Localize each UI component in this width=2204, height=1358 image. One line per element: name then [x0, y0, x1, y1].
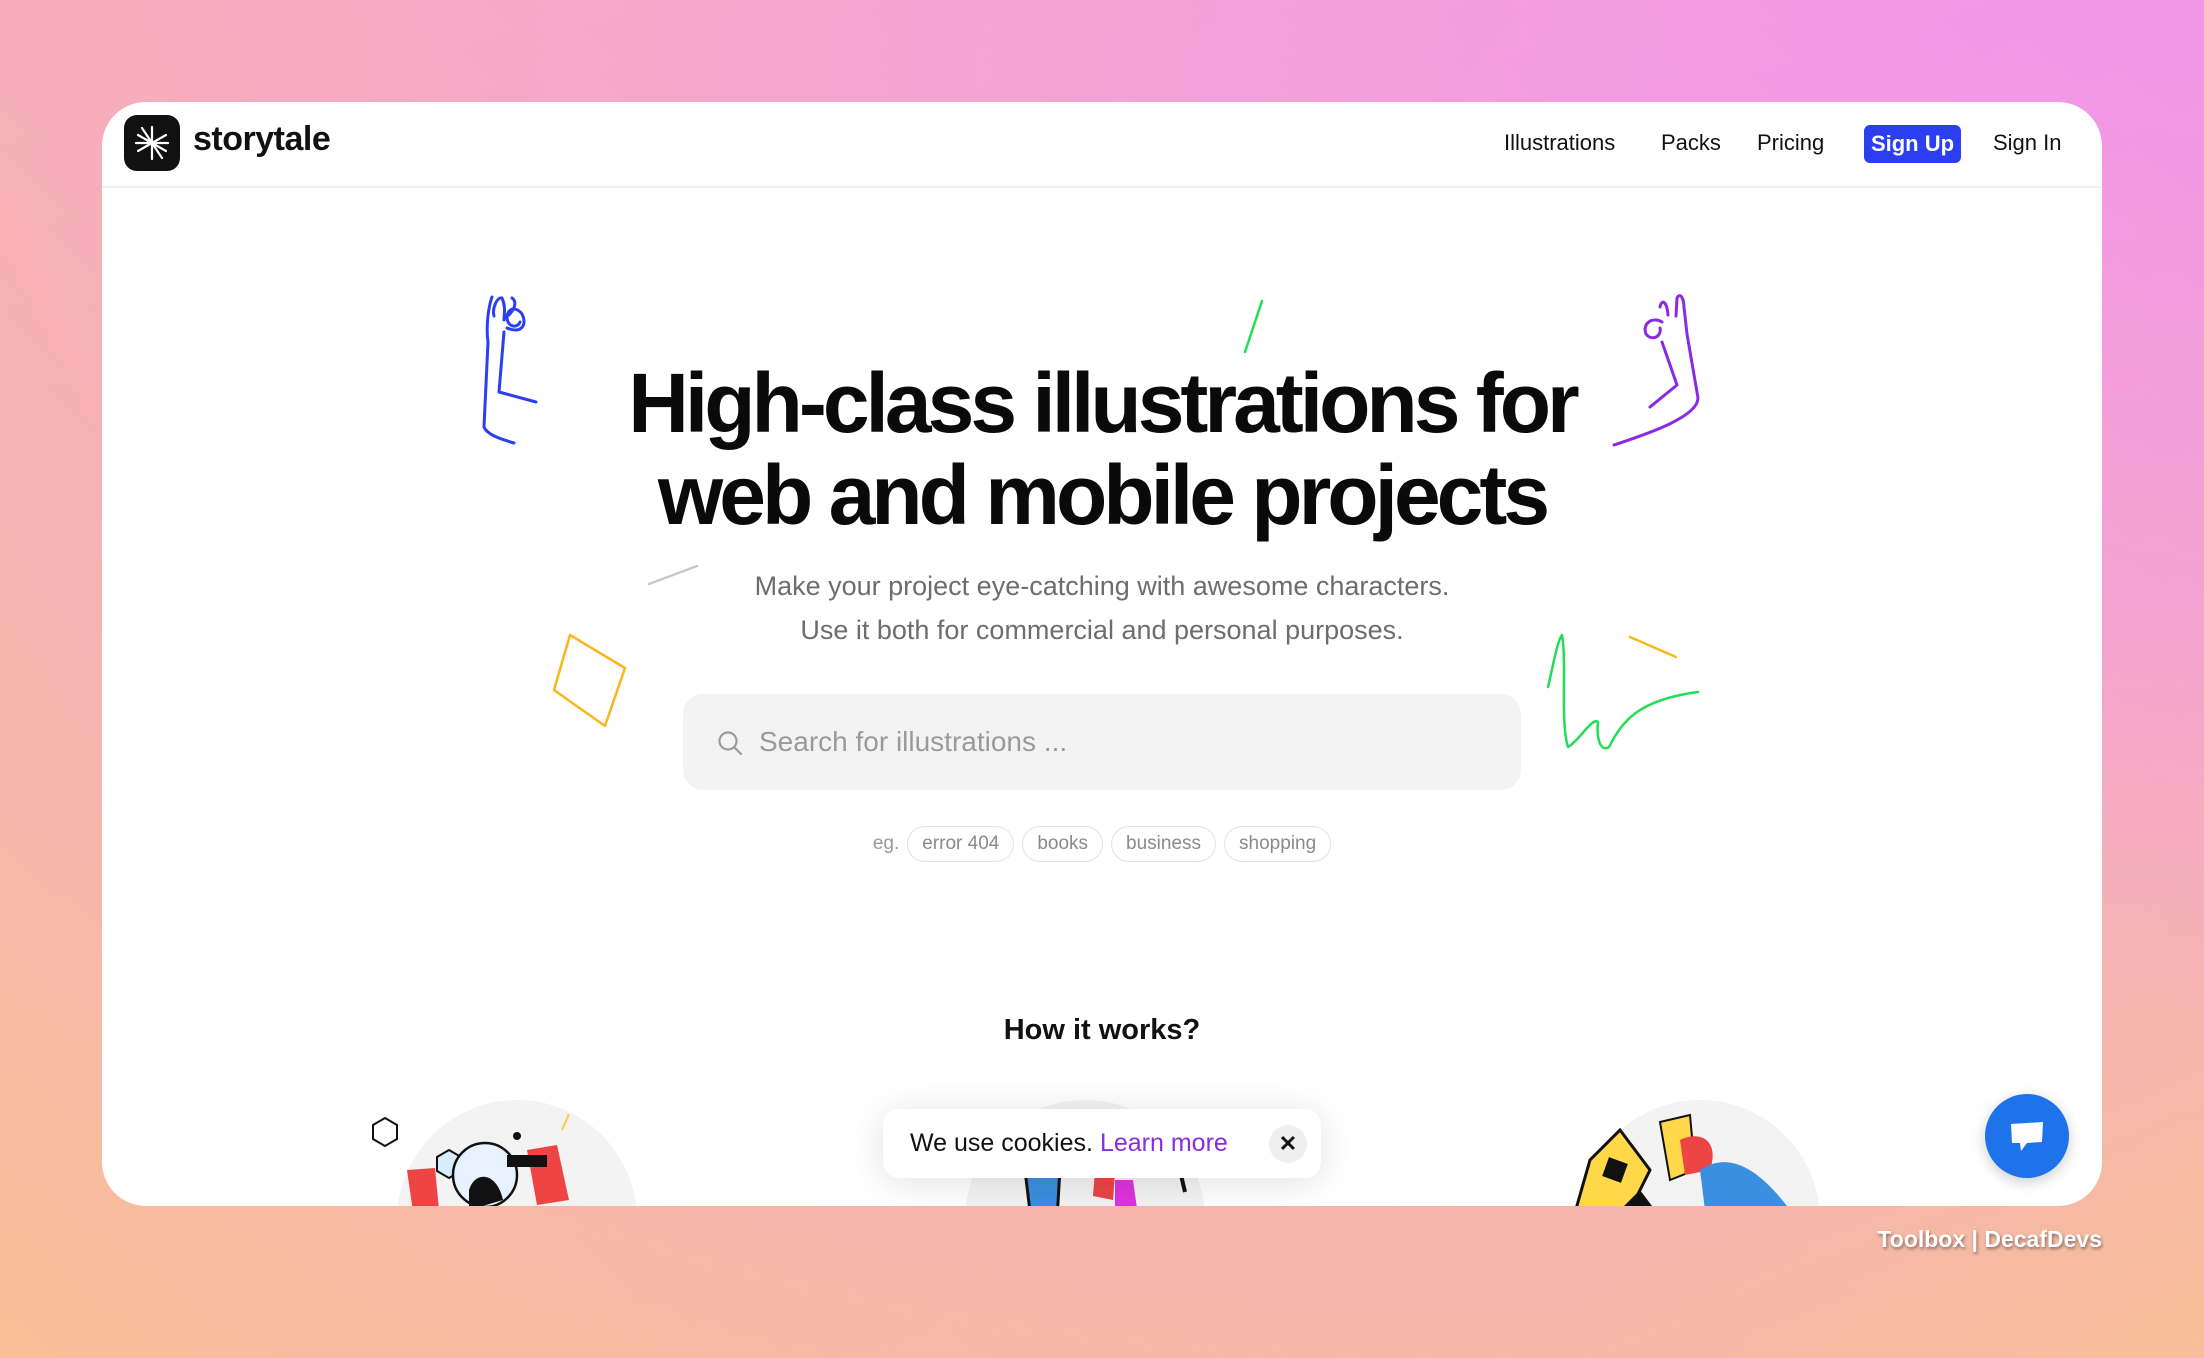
close-icon[interactable]: ✕: [1269, 1125, 1307, 1163]
cookie-banner: We use cookies. Learn more ✕: [883, 1109, 1321, 1178]
page-card: storytale Illustrations Packs Pricing Si…: [102, 102, 2102, 1206]
search-bar[interactable]: [683, 694, 1521, 790]
cookie-text: We use cookies.: [910, 1129, 1093, 1157]
tag-chip[interactable]: books: [1022, 826, 1104, 862]
how-it-works-heading: How it works?: [1003, 1014, 1201, 1046]
hero-subtitle-line-2: Use it both for commercial and personal …: [800, 615, 1404, 645]
tag-chip[interactable]: shopping: [1224, 826, 1332, 862]
hero-subtitle-line-1: Make your project eye-catching with awes…: [754, 571, 1450, 601]
hero-title-line-1: High-class illustrations for: [628, 356, 1580, 450]
tag-chip[interactable]: error 404: [907, 826, 1015, 862]
tag-chip[interactable]: business: [1111, 826, 1217, 862]
tags-prefix: eg.: [872, 833, 900, 854]
watermark: Toolbox | DecafDevs: [1877, 1226, 2102, 1252]
learn-more-link[interactable]: Learn more: [1100, 1129, 1228, 1158]
search-input[interactable]: [759, 694, 1479, 790]
hero-title: High-class illustrations for web and mob…: [102, 357, 2102, 541]
magnifier-illustration: [372, 1113, 570, 1206]
example-tags: eg. error 404 books business shopping: [102, 826, 2102, 862]
green-stroke-doodle: [1243, 299, 1264, 354]
illustration-search: [372, 1100, 637, 1206]
hero-subtitle: Make your project eye-catching with awes…: [102, 564, 2102, 652]
chat-bubble-icon: [2011, 1122, 2043, 1151]
illustration-download: [1575, 1100, 1820, 1206]
hero-title-line-2: web and mobile projects: [657, 448, 1550, 542]
chat-button[interactable]: [1985, 1094, 2069, 1178]
cards-illustration: [1575, 1113, 1787, 1206]
search-icon: [718, 731, 743, 756]
